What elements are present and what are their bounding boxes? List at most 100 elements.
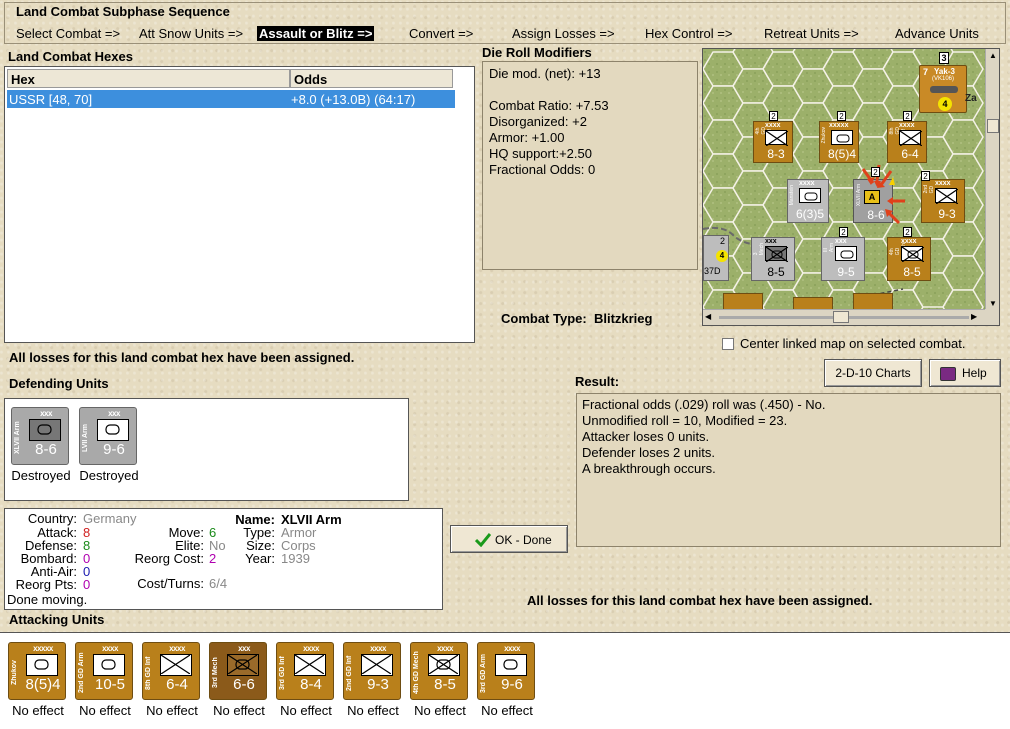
- scroll-thumb[interactable]: [833, 311, 849, 323]
- year-key: Year:: [245, 551, 275, 566]
- column-header-odds[interactable]: Odds: [290, 69, 453, 88]
- attacking-unit[interactable]: 3rd Mech xxx 6-6 No effect: [209, 642, 269, 718]
- attacking-unit[interactable]: 3rd GD Arm xxxx 9-6 No effect: [477, 642, 537, 718]
- attacking-unit[interactable]: 2nd GD Arm xxxx 10-5 No effect: [75, 642, 135, 718]
- map-unit-size: xxxx: [935, 180, 951, 187]
- infantry-icon: [294, 654, 326, 676]
- defending-unit[interactable]: LVII Arm xxx 9-6 Destroyed: [79, 407, 139, 483]
- scroll-up-icon[interactable]: ▲: [988, 51, 998, 61]
- unit-status: No effect: [347, 703, 399, 718]
- reorg-pts-value: 0: [83, 577, 91, 592]
- scroll-thumb[interactable]: [987, 119, 999, 133]
- aircraft-strength: 7: [923, 67, 929, 77]
- map-unit-counter-partial[interactable]: 2 4 37D: [703, 235, 729, 281]
- unit-counter[interactable]: 4th GD Mech xxxx 8-5: [410, 642, 468, 700]
- stack-count-badge: 3: [939, 52, 949, 64]
- hex-cell: USSR [48, 70]: [9, 92, 93, 107]
- result-line: Fractional odds (.029) roll was (.450) -…: [582, 397, 826, 412]
- unit-counter[interactable]: 2nd GD Inf xxxx 9-3: [343, 642, 401, 700]
- charts-button[interactable]: 2-D-10 Charts: [824, 359, 922, 387]
- aircraft-counter[interactable]: 7 Yak-3 (VK106) 4: [919, 65, 967, 113]
- attacking-unit[interactable]: 3rd GD Inf xxxx 8-4 No effect: [276, 642, 336, 718]
- subphase-sequence-title: Land Combat Subphase Sequence: [16, 4, 230, 19]
- map-horizontal-scrollbar[interactable]: ◀ ▶: [703, 309, 987, 325]
- table-row[interactable]: USSR [48, 70] +8.0 (+13.0B) (64:17): [7, 90, 455, 108]
- unit-counter[interactable]: 3rd GD Inf xxxx 8-4: [276, 642, 334, 700]
- odds-cell: +8.0 (+13.0B) (64:17): [291, 92, 416, 107]
- step-select-combat[interactable]: Select Combat =>: [16, 26, 120, 41]
- map-unit-size: xxx: [765, 238, 777, 245]
- infantry-icon: [935, 188, 958, 204]
- country-key: Country:: [27, 511, 77, 526]
- unit-size: xxxx: [102, 644, 118, 653]
- map-unit-strength: 8-5: [903, 265, 921, 279]
- ok-done-label: OK - Done: [495, 533, 552, 547]
- ok-done-button[interactable]: OK - Done: [450, 525, 568, 553]
- unit-counter[interactable]: 3rd GD Arm xxxx 9-6: [477, 642, 535, 700]
- unit-counter[interactable]: Zhukov xxxxx 8(5)4: [8, 642, 66, 700]
- defending-unit[interactable]: XLVII Arm xxx 8-6 Destroyed: [11, 407, 71, 483]
- land-combat-hexes-table[interactable]: Hex Odds USSR [48, 70] +8.0 (+13.0B) (64…: [4, 66, 475, 343]
- subphase-steps: Select Combat => Att Snow Units => Assau…: [10, 26, 1000, 44]
- result-label: Result:: [575, 374, 620, 389]
- stack-count-badge: 2: [720, 236, 726, 246]
- drm-net: Die mod. (net): +13: [489, 66, 601, 81]
- aircraft-name: Yak-3: [934, 67, 955, 76]
- unit-counter[interactable]: XLVII Arm xxx 8-6: [11, 407, 69, 465]
- step-assign-losses[interactable]: Assign Losses =>: [512, 26, 615, 41]
- attacking-unit[interactable]: 4th GD Mech xxxx 8-5 No effect: [410, 642, 470, 718]
- cost-turns-key: Cost/Turns:: [137, 576, 204, 591]
- unit-counter[interactable]: 8th GD Inf xxxx 6-4: [142, 642, 200, 700]
- scroll-down-icon[interactable]: ▼: [988, 299, 998, 309]
- unit-strength: 10-5: [94, 676, 126, 693]
- defending-units-panel: XLVII Arm xxx 8-6 Destroyed LVII Arm xxx…: [4, 398, 409, 501]
- unit-strength: 6-4: [166, 676, 188, 693]
- map-unit-size: xxxx: [899, 122, 915, 129]
- checkbox-label: Center linked map on selected combat.: [740, 336, 966, 351]
- aircraft-model: (VK106): [932, 76, 955, 82]
- drm-combat-ratio: Combat Ratio: +7.53: [489, 98, 609, 113]
- map-unit-size: xxxx: [765, 122, 781, 129]
- infantry-icon: [361, 654, 393, 676]
- mechanized-icon: [765, 246, 788, 262]
- reorg-cost-value: 2: [209, 551, 217, 566]
- step-retreat-units[interactable]: Retreat Units =>: [764, 26, 859, 41]
- center-linked-map-checkbox[interactable]: Center linked map on selected combat.: [722, 336, 965, 351]
- unit-counter[interactable]: 3rd Mech xxx 6-6: [209, 642, 267, 700]
- armor-icon: [835, 246, 857, 261]
- attacking-unit[interactable]: Zhukov xxxxx 8(5)4 No effect: [8, 642, 68, 718]
- unit-counter[interactable]: LVII Arm xxx 9-6: [79, 407, 137, 465]
- map-unit-strength: 6(3)5: [795, 207, 824, 221]
- infantry-icon: [765, 130, 788, 146]
- unit-counter[interactable]: 2nd GD Arm xxxx 10-5: [75, 642, 133, 700]
- armor-icon: [29, 419, 61, 441]
- stack-count-badge: 2: [903, 227, 912, 237]
- map-unit-strength: 9-3: [938, 207, 956, 221]
- help-button[interactable]: Help: [929, 359, 1001, 387]
- attacking-unit[interactable]: 8th GD Inf xxxx 6-4 No effect: [142, 642, 202, 718]
- losses-assigned-note-bottom: All losses for this land combat hex have…: [527, 593, 873, 608]
- attacking-units-label: Attacking Units: [9, 612, 105, 627]
- drm-fractional-odds: Fractional Odds: 0: [489, 162, 596, 177]
- stack-count-badge: 2: [837, 111, 846, 121]
- step-att-snow-units[interactable]: Att Snow Units =>: [139, 26, 243, 41]
- checkbox-box[interactable]: [722, 338, 734, 350]
- unit-size: xxxx: [370, 644, 386, 653]
- scroll-left-icon[interactable]: ◀: [705, 312, 715, 322]
- step-advance-units[interactable]: Advance Units: [895, 26, 979, 41]
- stack-count-badge: 2: [871, 167, 880, 177]
- column-header-hex[interactable]: Hex: [7, 69, 290, 88]
- map-unit-name: Zhukov: [821, 127, 827, 144]
- place-name-label: Za: [965, 93, 977, 104]
- linked-map[interactable]: 7 Yak-3 (VK106) 4 3 Za 4th GD Inf xxxx 8…: [702, 48, 1000, 326]
- step-assault-or-blitz[interactable]: Assault or Blitz =>: [257, 26, 375, 41]
- step-hex-control[interactable]: Hex Control =>: [645, 26, 732, 41]
- map-vertical-scrollbar[interactable]: ▲ ▼: [985, 49, 999, 311]
- cost-turns-value: 6/4: [209, 576, 228, 591]
- unit-strength: 9-6: [501, 676, 523, 693]
- scroll-right-icon[interactable]: ▶: [971, 312, 981, 322]
- stack-count-badge: 2: [839, 227, 848, 237]
- defending-units-label: Defending Units: [9, 376, 109, 391]
- attacking-unit[interactable]: 2nd GD Inf xxxx 9-3 No effect: [343, 642, 403, 718]
- step-convert[interactable]: Convert =>: [409, 26, 473, 41]
